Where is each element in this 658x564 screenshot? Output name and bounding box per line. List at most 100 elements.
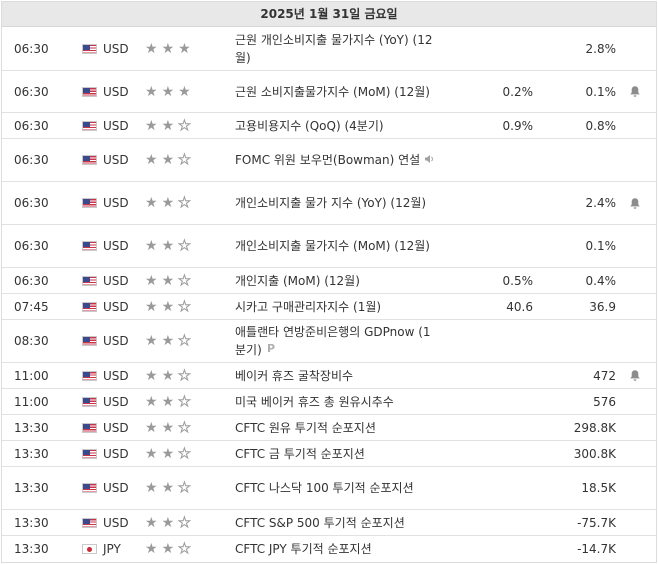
event-time: 13:30 [14, 542, 49, 556]
star-icon: ★ [161, 272, 175, 289]
event-name-text[interactable]: CFTC 금 투기적 순포지션 [235, 445, 365, 463]
event-row[interactable]: 13:30 USD ★ ★ ★ CFTC S&P 500 투기적 순포지션 -75.7K [2, 510, 656, 536]
flag-cell [82, 225, 98, 267]
event-row[interactable]: 13:30 JPY ★ ★ ★ CFTC JPY 투기적 순포지션 -14.7K [2, 536, 656, 562]
event-name[interactable]: 근원 개인소비지출 물가지수 (YoY) (12월) [235, 27, 440, 70]
event-name[interactable]: CFTC JPY 투기적 순포지션 [235, 536, 440, 562]
event-row[interactable]: 06:30 USD ★ ★ ★ 고용비용지수 (QoQ) (4분기) 0.9% 0.8% [2, 113, 656, 139]
flag-cell [82, 71, 98, 112]
star-icon: ★ [145, 541, 158, 557]
previous-value [457, 139, 533, 181]
alert-cell [628, 113, 642, 138]
event-name-text[interactable]: 근원 개인소비지출 물가지수 (YoY) (12월) [235, 31, 440, 67]
previous-value [457, 389, 533, 414]
us-flag-icon [82, 155, 97, 165]
star-icon: ★ [145, 514, 158, 531]
importance-rating: ★ ★ ★ [145, 294, 205, 319]
event-name-text[interactable]: 고용비용지수 (QoQ) (4분기) [235, 117, 384, 135]
event-time: 08:30 [14, 334, 49, 348]
event-name[interactable]: CFTC S&P 500 투기적 순포지션 [235, 510, 440, 535]
forecast-value: 2.8% [585, 41, 617, 56]
currency-code: USD [103, 196, 129, 210]
event-name-text[interactable]: 근원 소비지출물가지수 (MoM) (12월) [235, 83, 430, 101]
flag-cell [82, 389, 98, 414]
star-icon: ★ [178, 40, 191, 57]
event-name-text[interactable]: CFTC 나스닥 100 투기적 순포지션 [235, 479, 414, 497]
event-name-text[interactable]: 개인소비지출 물가 지수 (YoY) (12월) [235, 194, 426, 212]
event-name[interactable]: 미국 베이커 휴즈 총 원유시추수 [235, 389, 440, 414]
event-name[interactable]: 애틀랜타 연방준비은행의 GDPnow (1분기) P [235, 320, 440, 362]
event-row[interactable]: 13:30 USD ★ ★ ★ CFTC 나스닥 100 투기적 순포지션 18.5K [2, 467, 656, 510]
economic-calendar: 2025년 1월 31일 금요일 06:30 USD ★ ★ ★ 근원 개인소비지출 물가… [1, 1, 657, 563]
flag-cell [82, 415, 98, 440]
event-row[interactable]: 07:45 USD ★ ★ ★ 시카고 구매관리자지수 (1월) 40.6 36.9 [2, 294, 656, 320]
star-icon: ★ [161, 480, 175, 496]
star-icon: ★ [145, 480, 158, 496]
event-time: 06:30 [14, 273, 49, 288]
importance-rating: ★ ★ ★ [145, 441, 205, 466]
flag-cell [82, 441, 98, 466]
flag-cell [82, 363, 98, 388]
forecast-value: -75.7K [577, 515, 616, 530]
alert-cell [628, 139, 642, 181]
us-flag-icon [82, 396, 97, 407]
event-name[interactable]: 개인소비지출 물가지수 (MoM) (12월) [235, 225, 440, 267]
previous-value [457, 467, 533, 509]
event-name[interactable]: CFTC 나스닥 100 투기적 순포지션 [235, 467, 440, 509]
previous-value: 0.5% [502, 273, 534, 288]
star-icon: ★ [161, 333, 175, 349]
event-name-text[interactable]: 시카고 구매관리자지수 (1월) [235, 298, 381, 316]
event-row[interactable]: 06:30 USD ★ ★ ★ 근원 개인소비지출 물가지수 (YoY) (12월) 2.8… [2, 27, 656, 71]
preliminary-icon: P [266, 341, 276, 359]
event-name[interactable]: 시카고 구매관리자지수 (1월) [235, 294, 440, 319]
bell-icon[interactable] [629, 85, 641, 98]
event-name-text[interactable]: CFTC S&P 500 투기적 순포지션 [235, 514, 405, 532]
alert-cell [628, 467, 642, 509]
event-name-text[interactable]: CFTC 원유 투기적 순포지션 [235, 419, 376, 437]
event-row[interactable]: 08:30 USD ★ ★ ★ 애틀랜타 연방준비은행의 GDPnow (1분기) P [2, 320, 656, 363]
event-row[interactable]: 13:30 USD ★ ★ ★ CFTC 금 투기적 순포지션 300.8K [2, 441, 656, 467]
event-name[interactable]: 개인지출 (MoM) (12월) [235, 268, 440, 293]
event-name-text[interactable]: 개인소비지출 물가지수 (MoM) (12월) [235, 237, 430, 255]
event-name-text[interactable]: 미국 베이커 휴즈 총 원유시추수 [235, 393, 394, 411]
event-row[interactable]: 06:30 USD ★ ★ ★ FOMC 위원 보우먼(Bowman) 연설 [2, 139, 656, 182]
flag-cell [82, 27, 98, 70]
star-icon: ★ [161, 40, 175, 57]
us-flag-icon [82, 43, 97, 54]
currency-code: USD [103, 420, 129, 435]
event-name-text[interactable]: CFTC JPY 투기적 순포지션 [235, 540, 372, 558]
event-name-text[interactable]: 개인지출 (MoM) (12월) [235, 272, 360, 290]
event-name[interactable]: 베이커 휴즈 굴착장비수 [235, 363, 440, 388]
event-name-text[interactable]: 애틀랜타 연방준비은행의 GDPnow (1분기) P [235, 323, 440, 360]
previous-value [457, 182, 533, 224]
event-name[interactable]: 고용비용지수 (QoQ) (4분기) [235, 113, 440, 138]
currency-code: JPY [103, 542, 121, 556]
event-name[interactable]: CFTC 금 투기적 순포지션 [235, 441, 440, 466]
bell-icon[interactable] [629, 369, 641, 382]
event-row[interactable]: 11:00 USD ★ ★ ★ 미국 베이커 휴즈 총 원유시추수 576 [2, 389, 656, 415]
event-row[interactable]: 13:30 USD ★ ★ ★ CFTC 원유 투기적 순포지션 298.8K [2, 415, 656, 441]
speaker-icon [424, 151, 435, 169]
event-name[interactable]: CFTC 원유 투기적 순포지션 [235, 415, 440, 440]
previous-value [457, 27, 533, 70]
event-name[interactable]: FOMC 위원 보우먼(Bowman) 연설 [235, 139, 440, 181]
event-name[interactable]: 근원 소비지출물가지수 (MoM) (12월) [235, 71, 440, 112]
flag-cell [82, 320, 98, 362]
event-name-text[interactable]: FOMC 위원 보우먼(Bowman) 연설 [235, 151, 435, 170]
currency-code: USD [103, 41, 129, 56]
event-name-text[interactable]: 베이커 휴즈 굴착장비수 [235, 367, 353, 385]
event-row[interactable]: 06:30 USD ★ ★ ★ 개인소비지출 물가 지수 (YoY) (12월) 2.4% [2, 182, 656, 225]
alert-cell [628, 415, 642, 440]
event-name[interactable]: 개인소비지출 물가 지수 (YoY) (12월) [235, 182, 440, 224]
flag-cell [82, 467, 98, 509]
event-row[interactable]: 06:30 USD ★ ★ ★ 개인지출 (MoM) (12월) 0.5% 0.4% [2, 268, 656, 294]
bell-icon[interactable] [629, 197, 641, 210]
us-flag-icon [82, 483, 97, 493]
event-row[interactable]: 11:00 USD ★ ★ ★ 베이커 휴즈 굴착장비수 472 [2, 363, 656, 389]
event-row[interactable]: 06:30 USD ★ ★ ★ 근원 소비지출물가지수 (MoM) (12월) 0.2% 0.… [2, 71, 656, 113]
forecast-value: 298.8K [573, 420, 616, 435]
event-row[interactable]: 06:30 USD ★ ★ ★ 개인소비지출 물가지수 (MoM) (12월) 0.1% [2, 225, 656, 268]
star-icon: ★ [161, 238, 175, 254]
svg-text:P: P [267, 342, 275, 354]
star-icon: ★ [161, 514, 175, 531]
